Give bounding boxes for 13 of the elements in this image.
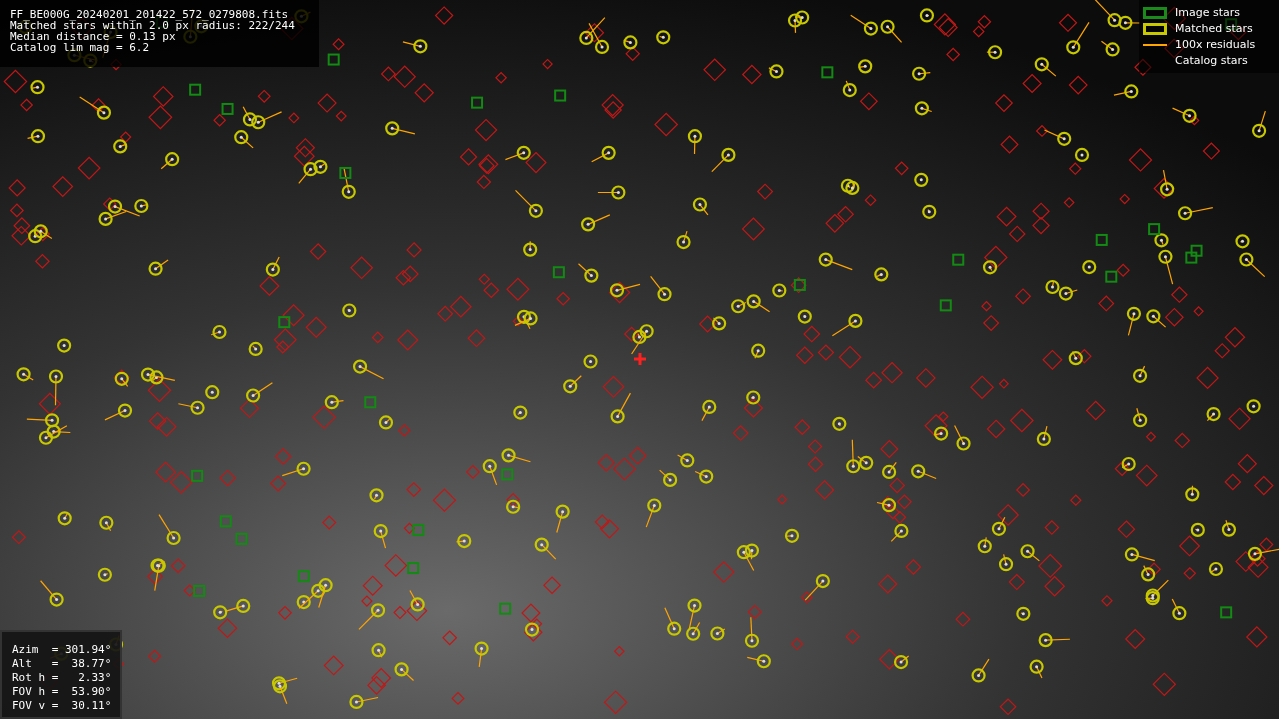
info-line: Matched stars within 2.0 px radius: 222/244 (10, 20, 296, 31)
pointing-line: Azim = 301.94° (12, 643, 110, 657)
info-line: Catalog lim mag = 6.2 (10, 42, 151, 53)
pointing-line: FOV h = 53.90° (12, 685, 110, 699)
pointing-line: Alt = 38.77° (12, 657, 110, 671)
legend-label: Matched stars (1175, 20, 1253, 37)
pointing-line: Rot h = 2.33° (12, 671, 110, 685)
legend-label: Image stars (1175, 4, 1240, 21)
legend-label: Catalog stars (1175, 52, 1248, 69)
info-line: FF_BE000G_20240201_201422_572_0279808.fits (10, 9, 290, 20)
info-line: Median distance = 0.13 px (10, 31, 176, 42)
pointing-line: FOV v = 30.11° (12, 699, 110, 713)
legend-label: 100x residuals (1175, 36, 1256, 53)
